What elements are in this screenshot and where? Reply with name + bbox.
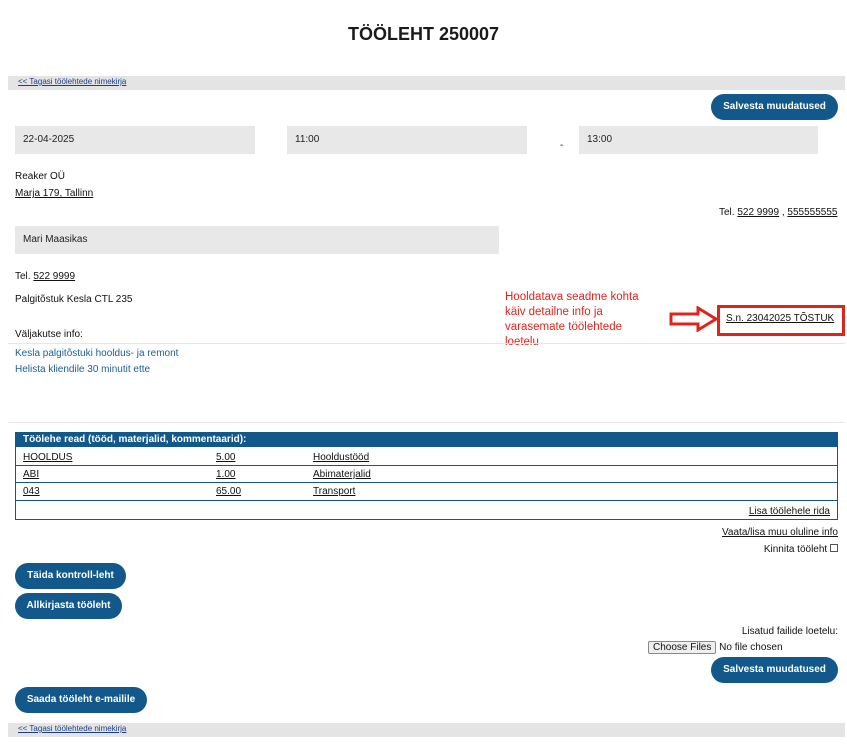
client-phone-label: Tel. <box>719 207 735 218</box>
row-desc-link[interactable]: Transport <box>313 486 355 497</box>
save-button-top[interactable]: Salvesta muudatused <box>711 94 838 120</box>
row-code-link[interactable]: HOOLDUS <box>23 452 72 463</box>
other-info-link[interactable]: Vaata/lisa muu oluline info <box>722 527 838 538</box>
contact-phone: Tel. 522 9999 <box>15 271 75 282</box>
row-separator <box>15 482 838 483</box>
add-row-link[interactable]: Lisa töölehele rida <box>749 506 830 517</box>
row-code-link[interactable]: ABI <box>23 469 39 480</box>
file-input: Choose Files No file chosen <box>648 641 783 654</box>
file-status: No file chosen <box>719 642 783 653</box>
divider <box>8 343 845 344</box>
send-email-button[interactable]: Saada tööleht e-mailile <box>15 687 147 713</box>
confirm-label: Kinnita tööleht <box>763 544 828 555</box>
client-company: Reaker OÜ <box>15 171 66 182</box>
device-serial-link[interactable]: S.n. 23042025 TÕSTUK <box>726 313 834 324</box>
page-title: TÖÖLEHT 250007 <box>347 24 500 44</box>
row-separator <box>15 500 838 501</box>
row-qty-link[interactable]: 65.00 <box>216 486 241 497</box>
top-back-bar: << Tagasi töölehtede nimekirja <box>8 76 845 90</box>
callout-line-1: Kesla palgitõstuki hooldus- ja remont <box>15 348 179 359</box>
contact-phone-label: Tel. <box>15 271 31 282</box>
row-desc-link[interactable]: Abimaterjalid <box>313 469 371 480</box>
client-address-link[interactable]: Marja 179, Tallinn <box>15 188 93 199</box>
client-phone-separator: , <box>781 207 785 218</box>
fill-checklist-button[interactable]: Täida kontroll-leht <box>15 563 126 589</box>
back-to-list-link-top[interactable]: << Tagasi töölehtede nimekirja <box>18 77 126 86</box>
client-phones: Tel. 522 9999 , 555555555 <box>719 207 837 218</box>
date-field[interactable]: 22-04-2025 <box>15 126 255 154</box>
annotation-text: Hooldatava seadme kohta käiv detailne in… <box>505 291 639 348</box>
bottom-back-bar: << Tagasi töölehtede nimekirja <box>8 723 845 737</box>
start-time-field[interactable]: 11:00 <box>287 126 527 154</box>
save-button-bottom[interactable]: Salvesta muudatused <box>711 657 838 683</box>
row-separator <box>15 465 838 466</box>
annotation-arrow-icon <box>669 306 719 332</box>
work-rows-header: Töölehe read (tööd, materjalid, kommenta… <box>15 432 838 447</box>
row-qty-link[interactable]: 1.00 <box>216 469 235 480</box>
device-name: Palgitõstuk Kesla CTL 235 <box>15 294 133 305</box>
back-to-list-link-bottom[interactable]: << Tagasi töölehtede nimekirja <box>18 724 126 733</box>
confirm-checkbox[interactable] <box>830 544 838 552</box>
sign-worksheet-button[interactable]: Allkirjasta tööleht <box>15 593 122 619</box>
attached-files-label: Lisatud failide loetelu: <box>741 626 838 637</box>
contact-phone-link[interactable]: 522 9999 <box>33 271 75 282</box>
choose-files-button[interactable]: Choose Files <box>648 641 717 654</box>
confirm-worksheet: Kinnita tööleht <box>764 544 838 555</box>
divider <box>8 422 845 423</box>
end-time-field[interactable]: 13:00 <box>579 126 818 154</box>
row-code-link[interactable]: 043 <box>23 486 40 497</box>
callout-line-2: Helista kliendile 30 minutit ette <box>15 364 151 375</box>
client-phone-2-link[interactable]: 555555555 <box>787 207 837 218</box>
row-qty-link[interactable]: 5.00 <box>216 452 235 463</box>
contact-name-field[interactable]: Mari Maasikas <box>15 226 499 254</box>
row-desc-link[interactable]: Hooldustööd <box>313 452 369 463</box>
callout-info-label: Väljakutse info: <box>15 329 83 340</box>
time-separator: - <box>560 140 564 151</box>
client-phone-1-link[interactable]: 522 9999 <box>737 207 779 218</box>
